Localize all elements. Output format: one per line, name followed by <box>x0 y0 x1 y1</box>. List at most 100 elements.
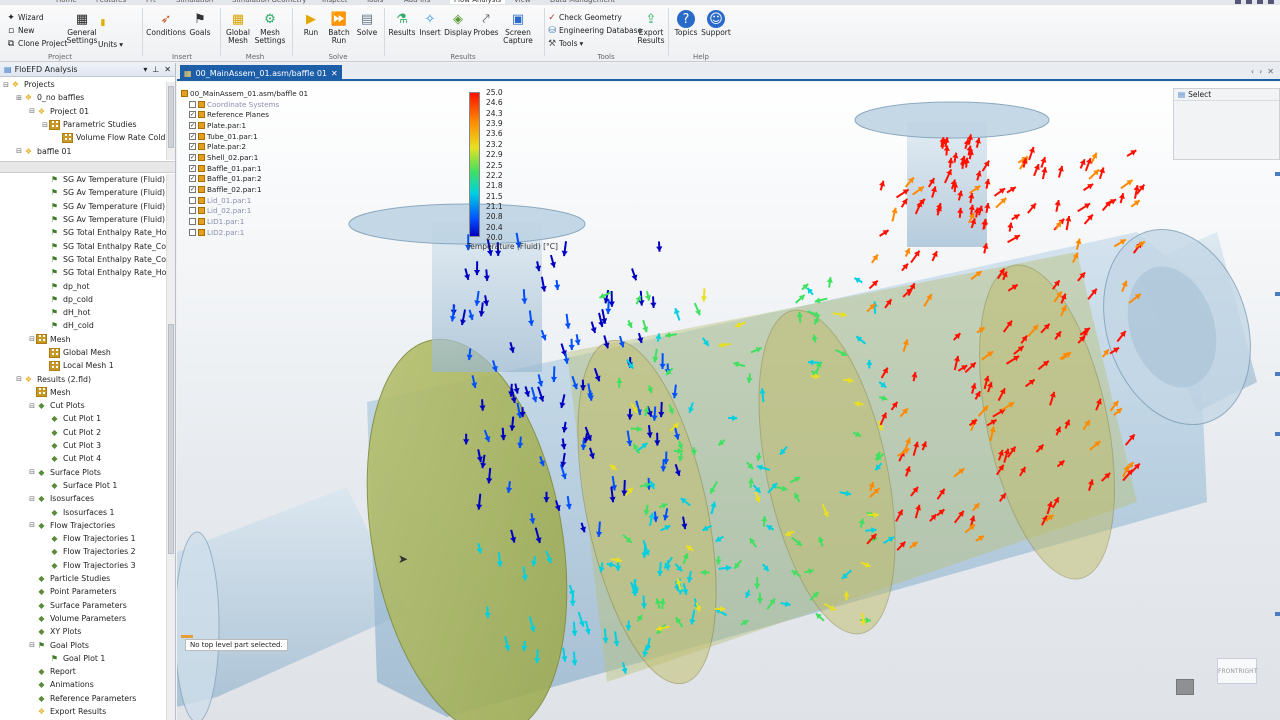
tree-item[interactable]: ⚑ SG Total Enthalpy Rate_Hot <box>0 226 175 239</box>
expand-toggle-icon[interactable]: ⊟ <box>15 147 23 155</box>
tree-item[interactable]: ⊟ Mesh <box>0 333 175 346</box>
tree-item[interactable]: Local Mesh 1 <box>0 359 175 372</box>
tree-item[interactable]: ⚑ dp_cold <box>0 293 175 306</box>
ribbon-tab[interactable]: Data Management <box>550 0 615 4</box>
window-control-icon[interactable] <box>1257 0 1263 4</box>
tree-item[interactable]: ◆ Cut Plot 1 <box>0 412 175 425</box>
scrollbar-thumb[interactable] <box>168 324 174 554</box>
goals-button[interactable]: ⚑ Goals <box>182 10 218 37</box>
tree-item[interactable]: ⚑ SG Av Temperature (Fluid) ( <box>0 186 175 199</box>
visibility-checkbox[interactable]: ✓ <box>189 132 196 140</box>
tree-item[interactable]: ⊟ ◆ Flow Trajectories <box>0 519 175 532</box>
tree-item[interactable]: ⚑ SG Av Temperature (Fluid) ( <box>0 173 175 186</box>
assembly-item[interactable]: LID2.par:1 <box>181 227 311 238</box>
pin-icon[interactable]: ⊥ <box>152 65 159 74</box>
assembly-item[interactable]: ✓ Baffle_01.par:1 <box>181 163 311 174</box>
visibility-checkbox[interactable] <box>189 228 196 236</box>
graphics-viewport[interactable]: 00_MainAssem_01.asm/baffle 01 Coordinate … <box>177 82 1280 720</box>
expand-toggle-icon[interactable]: ⊟ <box>28 521 36 529</box>
tree-item[interactable]: ◆ XY Plots <box>0 625 175 638</box>
general-settings-button[interactable]: ▦ General Settings <box>64 10 100 45</box>
expand-toggle-icon[interactable]: ⊟ <box>2 81 10 89</box>
dropdown-arrow-icon[interactable]: ▾ <box>143 65 147 74</box>
assembly-item[interactable]: Lid_01.par:1 <box>181 195 311 206</box>
expand-toggle-icon[interactable]: ⊞ <box>15 94 23 102</box>
wizard-button[interactable]: ✦ Wizard <box>6 11 43 24</box>
tree-item[interactable]: ◆ Animations <box>0 678 175 691</box>
view-cube-face[interactable]: FRONT RIGHT <box>1217 658 1257 684</box>
panel-splitter[interactable] <box>0 161 175 173</box>
tree-item[interactable]: ◆ Particle Studies <box>0 572 175 585</box>
tree-item[interactable]: ⊟ ❖ Project 01 <box>0 105 175 118</box>
expand-toggle-icon[interactable]: ⊟ <box>28 107 36 115</box>
expand-toggle-icon[interactable]: ⊟ <box>28 641 36 649</box>
tree-item[interactable]: ⊟ Parametric Studies <box>0 118 175 131</box>
visibility-checkbox[interactable]: ✓ <box>189 111 196 119</box>
visibility-checkbox[interactable] <box>189 218 196 226</box>
assembly-item[interactable]: ✓ Reference Planes <box>181 109 311 120</box>
visibility-checkbox[interactable] <box>189 100 196 108</box>
tree-item[interactable]: ◆ Cut Plot 4 <box>0 452 175 465</box>
tree-item[interactable]: Mesh <box>0 386 175 399</box>
conditions-button[interactable]: ➶ Conditions <box>146 10 186 37</box>
tree-item[interactable]: ⚑ dp_hot <box>0 279 175 292</box>
tree-item[interactable]: ◆ Reference Parameters <box>0 692 175 705</box>
ribbon-tab[interactable]: Inspect <box>322 0 348 4</box>
clone-project-button[interactable]: ⧉ Clone Project <box>6 37 68 50</box>
toolbar-marker[interactable] <box>1275 172 1280 176</box>
support-button[interactable]: ☺ Support <box>698 10 734 37</box>
tree-item[interactable]: ⊟ ❖ Results (2.fld) <box>0 372 175 385</box>
tree-item[interactable]: ⊟ ◆ Cut Plots <box>0 399 175 412</box>
chevron-right-icon[interactable]: › <box>1259 67 1262 76</box>
mesh-settings-button[interactable]: ⚙ Mesh Settings <box>252 10 288 45</box>
tree-item[interactable]: ⊟ ❖ Projects <box>0 78 175 91</box>
visibility-checkbox[interactable]: ✓ <box>189 143 196 151</box>
scrollbar-thumb[interactable] <box>168 86 174 148</box>
window-control-icon[interactable] <box>1268 0 1274 4</box>
toolbar-marker[interactable] <box>1275 372 1280 376</box>
expand-toggle-icon[interactable]: ⊟ <box>41 121 49 129</box>
tree-item[interactable]: ⊟ ❖ baffle 01 <box>0 144 175 157</box>
tree-item[interactable]: ⚑ Goal Plot 1 <box>0 652 175 665</box>
ribbon-tab[interactable]: View <box>514 0 531 4</box>
expand-toggle-icon[interactable]: ⊟ <box>28 468 36 476</box>
tree-item[interactable]: ⚑ SG Total Enthalpy Rate_Colc <box>0 253 175 266</box>
tree-item[interactable]: ⚑ SG Av Temperature (Fluid) ( <box>0 213 175 226</box>
tree-item[interactable]: ◆ Volume Parameters <box>0 612 175 625</box>
visibility-checkbox[interactable]: ✓ <box>189 175 196 183</box>
toolbar-marker[interactable] <box>1275 612 1280 616</box>
screen-capture-button[interactable]: ▣ Screen Capture <box>500 10 536 45</box>
assembly-item[interactable]: ✓ Shell_02.par:1 <box>181 152 311 163</box>
projects-scrollbar[interactable] <box>166 82 175 160</box>
select-panel-header[interactable]: ▤ Select <box>1174 89 1279 101</box>
assembly-item[interactable]: ✓ Plate.par:1 <box>181 120 311 131</box>
tree-item[interactable]: ⚑ dH_cold <box>0 319 175 332</box>
assembly-item[interactable]: ✓ Plate.par:2 <box>181 141 311 152</box>
ribbon-tab[interactable]: Tools <box>366 0 383 4</box>
assembly-item[interactable]: ✓ Baffle_02.par:1 <box>181 184 311 195</box>
tree-item[interactable]: ⊟ ◆ Isosurfaces <box>0 492 175 505</box>
solve-button[interactable]: ▤ Solve <box>349 10 385 37</box>
tree-item[interactable]: ◆ Flow Trajectories 3 <box>0 559 175 572</box>
visibility-checkbox[interactable] <box>189 196 196 204</box>
assembly-item[interactable]: Coordinate Systems <box>181 99 311 110</box>
tree-item[interactable]: ◆ Flow Trajectories 2 <box>0 545 175 558</box>
units-dropdown[interactable]: Units ▾ <box>98 38 123 51</box>
check-geometry-button[interactable]: ✓ Check Geometry <box>547 11 622 24</box>
tree-item[interactable]: ◆ Surface Plot 1 <box>0 479 175 492</box>
tree-item[interactable]: ⚑ dH_hot <box>0 306 175 319</box>
tree-item[interactable]: ⊞ ❖ 0_no baffles <box>0 91 175 104</box>
visibility-checkbox[interactable]: ✓ <box>189 153 196 161</box>
ribbon-tab[interactable]: Features <box>96 0 126 4</box>
engineering-database-button[interactable]: ⛁ Engineering Database <box>547 24 642 37</box>
export-results-button[interactable]: ⇪ Export Results <box>633 10 669 45</box>
visibility-checkbox[interactable] <box>189 207 196 215</box>
chevron-left-icon[interactable]: ‹ <box>1251 67 1254 76</box>
tree-item[interactable]: ◆ Cut Plot 3 <box>0 439 175 452</box>
view-option-button[interactable] <box>1176 679 1194 695</box>
close-icon[interactable]: ✕ <box>164 65 171 74</box>
tree-item[interactable]: ◆ Report <box>0 665 175 678</box>
units-button[interactable]: ▮ <box>98 16 108 29</box>
assembly-item[interactable]: LID1.par:1 <box>181 216 311 227</box>
ribbon-tab[interactable]: Flow Analysis <box>450 0 506 4</box>
